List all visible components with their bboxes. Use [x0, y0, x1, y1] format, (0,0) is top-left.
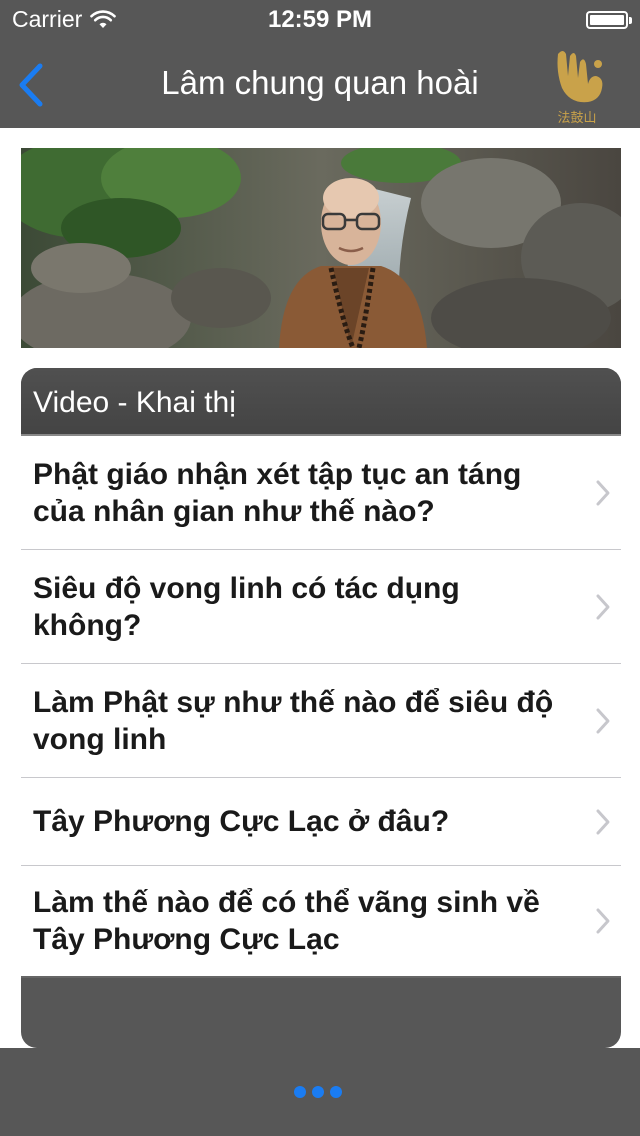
list-item-label: Phật giáo nhận xét tập tục an táng của n… [33, 457, 522, 528]
video-list: Phật giáo nhận xét tập tục an táng của n… [21, 436, 621, 978]
list-item[interactable]: Siêu độ vong linh có tác dụng không? [21, 550, 621, 664]
brand-logo: 法鼓山 [548, 42, 606, 126]
chevron-right-icon [596, 908, 610, 934]
clock: 12:59 PM [267, 6, 373, 33]
chevron-right-icon [596, 708, 610, 733]
dot [312, 1086, 324, 1098]
list-item[interactable]: Làm thế nào để có thể vãng sinh về Tây P… [21, 866, 621, 978]
tab-bar [0, 1048, 640, 1136]
status-bar: Carrier 12:59 PM [0, 0, 640, 40]
list-item-label: Siêu độ vong linh có tác dụng không? [33, 571, 460, 642]
list-item[interactable]: Làm Phật sự như thế nào để siêu độ vong … [21, 664, 621, 778]
list-item-label: Làm Phật sự như thế nào để siêu độ vong … [33, 685, 554, 756]
main-content: Video - Khai thị Phật giáo nhận xét tập … [0, 128, 640, 1048]
chevron-right-icon [596, 480, 610, 505]
list-item-label: Tây Phương Cực Lạc ở đâu? [33, 805, 450, 838]
chevron-right-icon [596, 809, 610, 834]
svg-text:法鼓山: 法鼓山 [557, 111, 596, 126]
page-title: Lâm chung quan hoài [161, 64, 479, 101]
list-item[interactable]: Phật giáo nhận xét tập tục an táng của n… [21, 436, 621, 550]
dot [294, 1086, 306, 1098]
dot [330, 1086, 342, 1098]
list-item[interactable]: Tây Phương Cực Lạc ở đâu? [21, 778, 621, 866]
navigation-bar: Lâm chung quan hoài 法鼓山 [0, 40, 640, 128]
battery-icon [586, 11, 632, 29]
chevron-right-icon [596, 594, 610, 619]
master-portrait-photo [21, 148, 621, 348]
section-header: Video - Khai thị [21, 368, 621, 436]
more-dots-icon[interactable] [294, 1086, 342, 1098]
dharma-drum-logo-icon: 法鼓山 [557, 51, 603, 126]
hero-image [21, 148, 621, 348]
list-item-label: Làm thế nào để có thể vãng sinh về Tây P… [33, 886, 540, 956]
video-section-card: Video - Khai thị Phật giáo nhận xét tập … [21, 368, 621, 1048]
